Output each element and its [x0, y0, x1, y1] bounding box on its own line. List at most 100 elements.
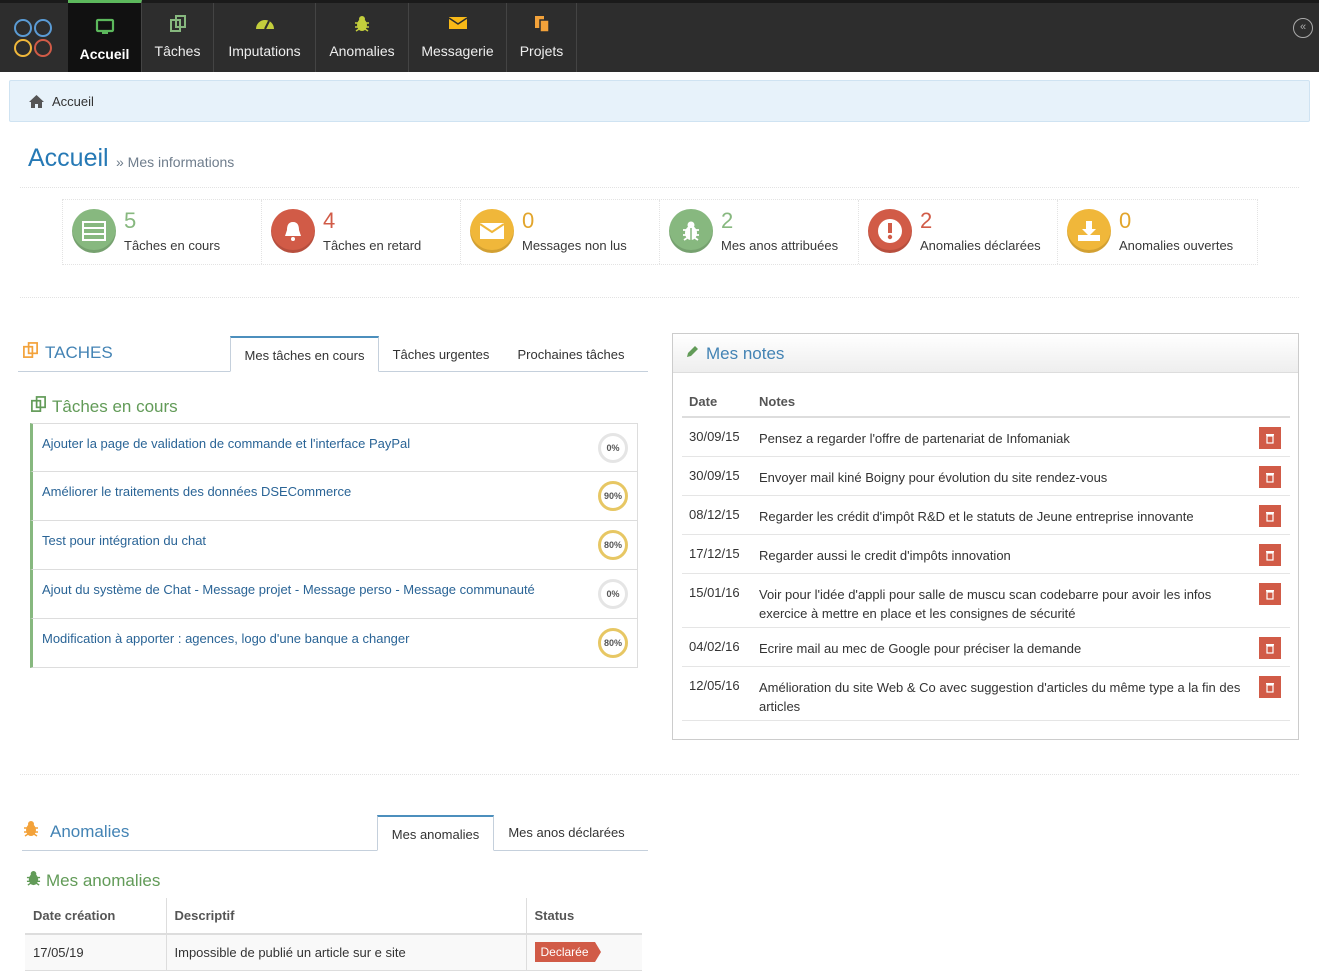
task-link[interactable]: Améliorer le traitements des données DSE…	[42, 484, 351, 499]
stat-messages-non-lus[interactable]: 0 Messages non lus	[461, 200, 660, 264]
breadcrumb-home-link[interactable]: Accueil	[52, 94, 94, 109]
top-navbar: Accueil Tâches Imputations Anomalies Mes…	[0, 0, 1319, 72]
bug-icon	[26, 870, 41, 892]
stat-taches-en-retard[interactable]: 4 Tâches en retard	[262, 200, 461, 264]
exclamation-icon	[868, 209, 912, 253]
task-link[interactable]: Ajouter la page de validation de command…	[42, 436, 410, 451]
tab-mes-anomalies[interactable]: Mes anomalies	[377, 815, 494, 851]
nav-taches[interactable]: Tâches	[142, 3, 214, 72]
logo[interactable]	[8, 13, 60, 61]
files-icon	[507, 15, 576, 35]
table-row[interactable]: 17/05/19 Impossible de publié un article…	[25, 934, 642, 971]
anomalies-section-title: Anomalies	[22, 820, 129, 843]
bug-icon	[22, 820, 40, 843]
stat-anomalies-declarees[interactable]: 2 Anomalies déclarées	[859, 200, 1058, 264]
notes-table: Date Notes 30/09/15 Pensez a regarder l'…	[682, 386, 1290, 730]
trash-icon	[1266, 643, 1274, 654]
notes-widget: Mes notes Date Notes 30/09/15 Pensez a r…	[672, 333, 1299, 740]
task-link[interactable]: Ajout du système de Chat - Message proje…	[42, 582, 535, 597]
delete-button[interactable]	[1259, 637, 1281, 659]
table-row: 30/09/15 Envoyer mail kiné Boigny pour é…	[682, 457, 1290, 496]
mes-anomalies-title: Mes anomalies	[26, 870, 160, 892]
table-row: 17/12/15 Regarder aussi le credit d'impô…	[682, 535, 1290, 574]
divider	[20, 187, 1299, 188]
page-title: Accueil	[28, 144, 109, 172]
tab-mes-taches-en-cours[interactable]: Mes tâches en cours	[230, 336, 379, 372]
notes-title: Mes notes	[706, 344, 785, 363]
table-row: 04/02/16 Ecrire mail au mec de Google po…	[682, 628, 1290, 667]
nav-messagerie[interactable]: Messagerie	[409, 3, 507, 72]
task-link[interactable]: Modification à apporter : agences, logo …	[42, 631, 409, 646]
notes-header: Mes notes	[673, 334, 1298, 373]
tab-taches-urgentes[interactable]: Tâches urgentes	[380, 337, 502, 373]
divider	[20, 297, 1299, 298]
copy-icon	[142, 15, 213, 35]
nav-imputations[interactable]: Imputations	[214, 3, 316, 72]
stat-mes-anos-attribuees[interactable]: 2 Mes anos attribuées	[660, 200, 859, 264]
nav-projets[interactable]: Projets	[507, 3, 577, 72]
envelope-icon	[409, 15, 506, 35]
progress-pie: 80%	[598, 628, 628, 658]
page-subtitle: » Mes informations	[116, 154, 235, 170]
list-item: Ajouter la page de validation de command…	[30, 423, 638, 472]
trash-icon	[1266, 433, 1274, 444]
progress-pie: 80%	[598, 530, 628, 560]
delete-button[interactable]	[1259, 466, 1281, 488]
copy-icon	[30, 396, 47, 418]
stats-bar: 5 Tâches en cours 4 Tâches en retard 0 M…	[62, 199, 1258, 265]
delete-button[interactable]	[1259, 676, 1281, 698]
breadcrumb: Accueil	[9, 80, 1310, 122]
pencil-icon	[685, 344, 700, 364]
trash-icon	[1266, 550, 1274, 561]
delete-button[interactable]	[1259, 427, 1281, 449]
copy-icon	[22, 342, 39, 364]
status-badge: Declarée	[534, 942, 601, 963]
nav-anomalies[interactable]: Anomalies	[316, 3, 409, 72]
home-icon[interactable]	[28, 94, 45, 112]
trash-icon	[1266, 589, 1274, 600]
envelope-icon	[470, 209, 514, 253]
tab-prochaines-taches[interactable]: Prochaines tâches	[504, 337, 638, 373]
table-row: 30/09/15 Pensez a regarder l'offre de pa…	[682, 418, 1290, 457]
table-row: 12/05/16 Amélioration du site Web & Co a…	[682, 667, 1290, 721]
list-item: Test pour intégration du chat 80%	[30, 521, 638, 570]
download-icon	[1067, 209, 1111, 253]
task-list: Ajouter la page de validation de command…	[30, 423, 638, 668]
list-item: Ajout du système de Chat - Message proje…	[30, 570, 638, 619]
table-header: Date création Descriptif Status	[25, 898, 642, 935]
divider	[20, 774, 1299, 775]
stat-anomalies-ouvertes[interactable]: 0 Anomalies ouvertes	[1058, 200, 1257, 264]
delete-button[interactable]	[1259, 544, 1281, 566]
table-row: 08/12/15 Regarder les crédit d'impôt R&D…	[682, 496, 1290, 535]
taches-section-title: TACHES	[22, 342, 113, 364]
progress-pie: 90%	[598, 481, 628, 511]
anomalies-table: Date création Descriptif Status 17/05/19…	[25, 898, 642, 971]
column-header-date[interactable]: Date création	[25, 898, 167, 935]
taches-en-cours-title: Tâches en cours	[30, 396, 178, 418]
bug-icon	[669, 209, 713, 253]
sidebar-collapse-button[interactable]: «	[1293, 18, 1313, 38]
list-item: Modification à apporter : agences, logo …	[30, 619, 638, 668]
tab-mes-anos-declarees[interactable]: Mes anos déclarées	[495, 815, 638, 851]
task-link[interactable]: Test pour intégration du chat	[42, 533, 206, 548]
nav-accueil[interactable]: Accueil	[68, 0, 142, 72]
delete-button[interactable]	[1259, 583, 1281, 605]
progress-pie: 0%	[598, 433, 628, 463]
column-header-status[interactable]: Status	[526, 898, 642, 935]
bug-icon	[316, 15, 408, 35]
progress-pie: 0%	[598, 579, 628, 609]
list-icon	[72, 209, 116, 253]
dashboard-icon	[214, 15, 315, 35]
table-row: 15/01/16 Voir pour l'idée d'appli pour s…	[682, 574, 1290, 628]
list-item: Améliorer le traitements des données DSE…	[30, 472, 638, 521]
table-header: Date Notes	[682, 386, 1290, 418]
trash-icon	[1266, 682, 1274, 693]
stat-taches-en-cours[interactable]: 5 Tâches en cours	[63, 200, 262, 264]
delete-button[interactable]	[1259, 505, 1281, 527]
trash-icon	[1266, 511, 1274, 522]
bell-icon	[271, 209, 315, 253]
column-header-descriptif[interactable]: Descriptif	[166, 898, 527, 935]
trash-icon	[1266, 472, 1274, 483]
table-row	[682, 721, 1290, 730]
monitor-icon	[68, 18, 141, 38]
